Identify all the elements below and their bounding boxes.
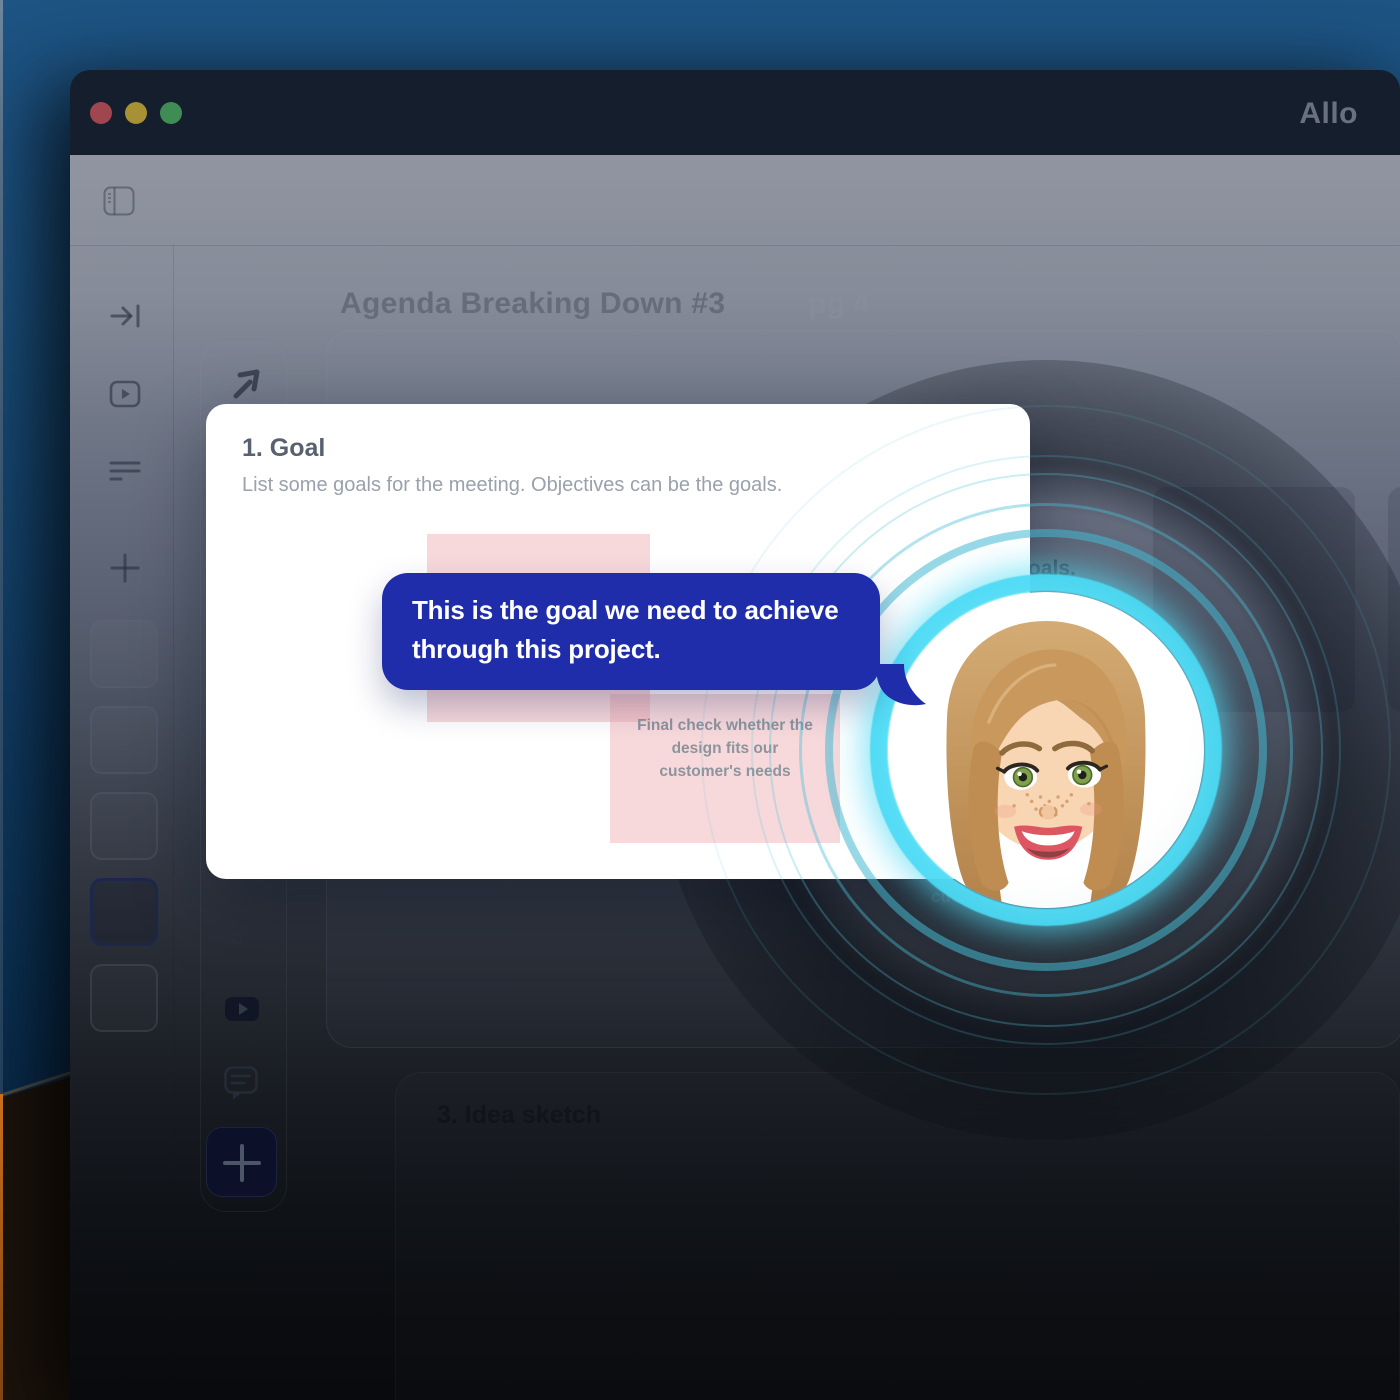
- page-indicator: pg 4: [808, 287, 870, 320]
- close-button[interactable]: [90, 102, 112, 124]
- chat-bubble-tail: [872, 664, 928, 725]
- video-icon[interactable]: [108, 378, 142, 410]
- titlebar: Allo: [70, 70, 1400, 155]
- screen: Allo Agenda Breaking Down #3 pg 4 3. Ide…: [0, 0, 1400, 1400]
- slide-thumbnail[interactable]: [90, 964, 158, 1032]
- document-title: Agenda Breaking Down #3: [340, 287, 726, 320]
- cursor-arrow-icon[interactable]: [227, 365, 263, 401]
- app-name-label: Allo: [1299, 97, 1358, 130]
- slide-thumbnail[interactable]: [90, 792, 158, 860]
- chat-bubble-text: This is the goal we need to achieve thro…: [412, 595, 839, 664]
- section-description: List some goals for the meeting. Objecti…: [242, 474, 783, 496]
- add-block-button[interactable]: [206, 1127, 277, 1197]
- rail-divider: [173, 245, 174, 1400]
- screen-left-edge: [0, 0, 3, 1094]
- notes-icon[interactable]: [108, 458, 142, 486]
- comment-icon[interactable]: [224, 1066, 258, 1102]
- zoom-button[interactable]: [160, 102, 182, 124]
- plus-icon[interactable]: [108, 552, 142, 584]
- chat-bubble: This is the goal we need to achieve thro…: [382, 573, 880, 690]
- panel-toggle-icon[interactable]: [103, 186, 135, 216]
- window-content: Agenda Breaking Down #3 pg 4 3. Idea ske…: [70, 155, 1400, 1400]
- youtube-icon[interactable]: [225, 994, 259, 1024]
- partially-occluded-text: oals.: [1028, 557, 1076, 580]
- sticker-icon[interactable]: [224, 914, 258, 948]
- minimize-button[interactable]: [125, 102, 147, 124]
- app-window: Allo Agenda Breaking Down #3 pg 4 3. Ide…: [70, 70, 1400, 1400]
- sticky-note-text: Final check whether the design fits our …: [637, 717, 813, 780]
- section3-heading: 3. Idea sketch: [437, 1101, 601, 1129]
- memoji-woman-icon: [946, 621, 1146, 906]
- section-heading: 1. Goal: [242, 434, 326, 462]
- collapse-right-icon[interactable]: [108, 300, 142, 332]
- header-divider: [70, 245, 1400, 246]
- avatar[interactable]: [888, 592, 1204, 908]
- slide-thumbnail[interactable]: [90, 620, 158, 688]
- wallpaper-shape: [0, 1074, 80, 1400]
- dim-sticky-note: [1388, 487, 1400, 712]
- slide-thumbnail[interactable]: [90, 706, 158, 774]
- screen-left-edge-accent: [0, 1094, 3, 1400]
- slide-thumbnail-selected[interactable]: [90, 878, 158, 946]
- pink-sticky-note[interactable]: Final check whether the design fits our …: [610, 694, 840, 843]
